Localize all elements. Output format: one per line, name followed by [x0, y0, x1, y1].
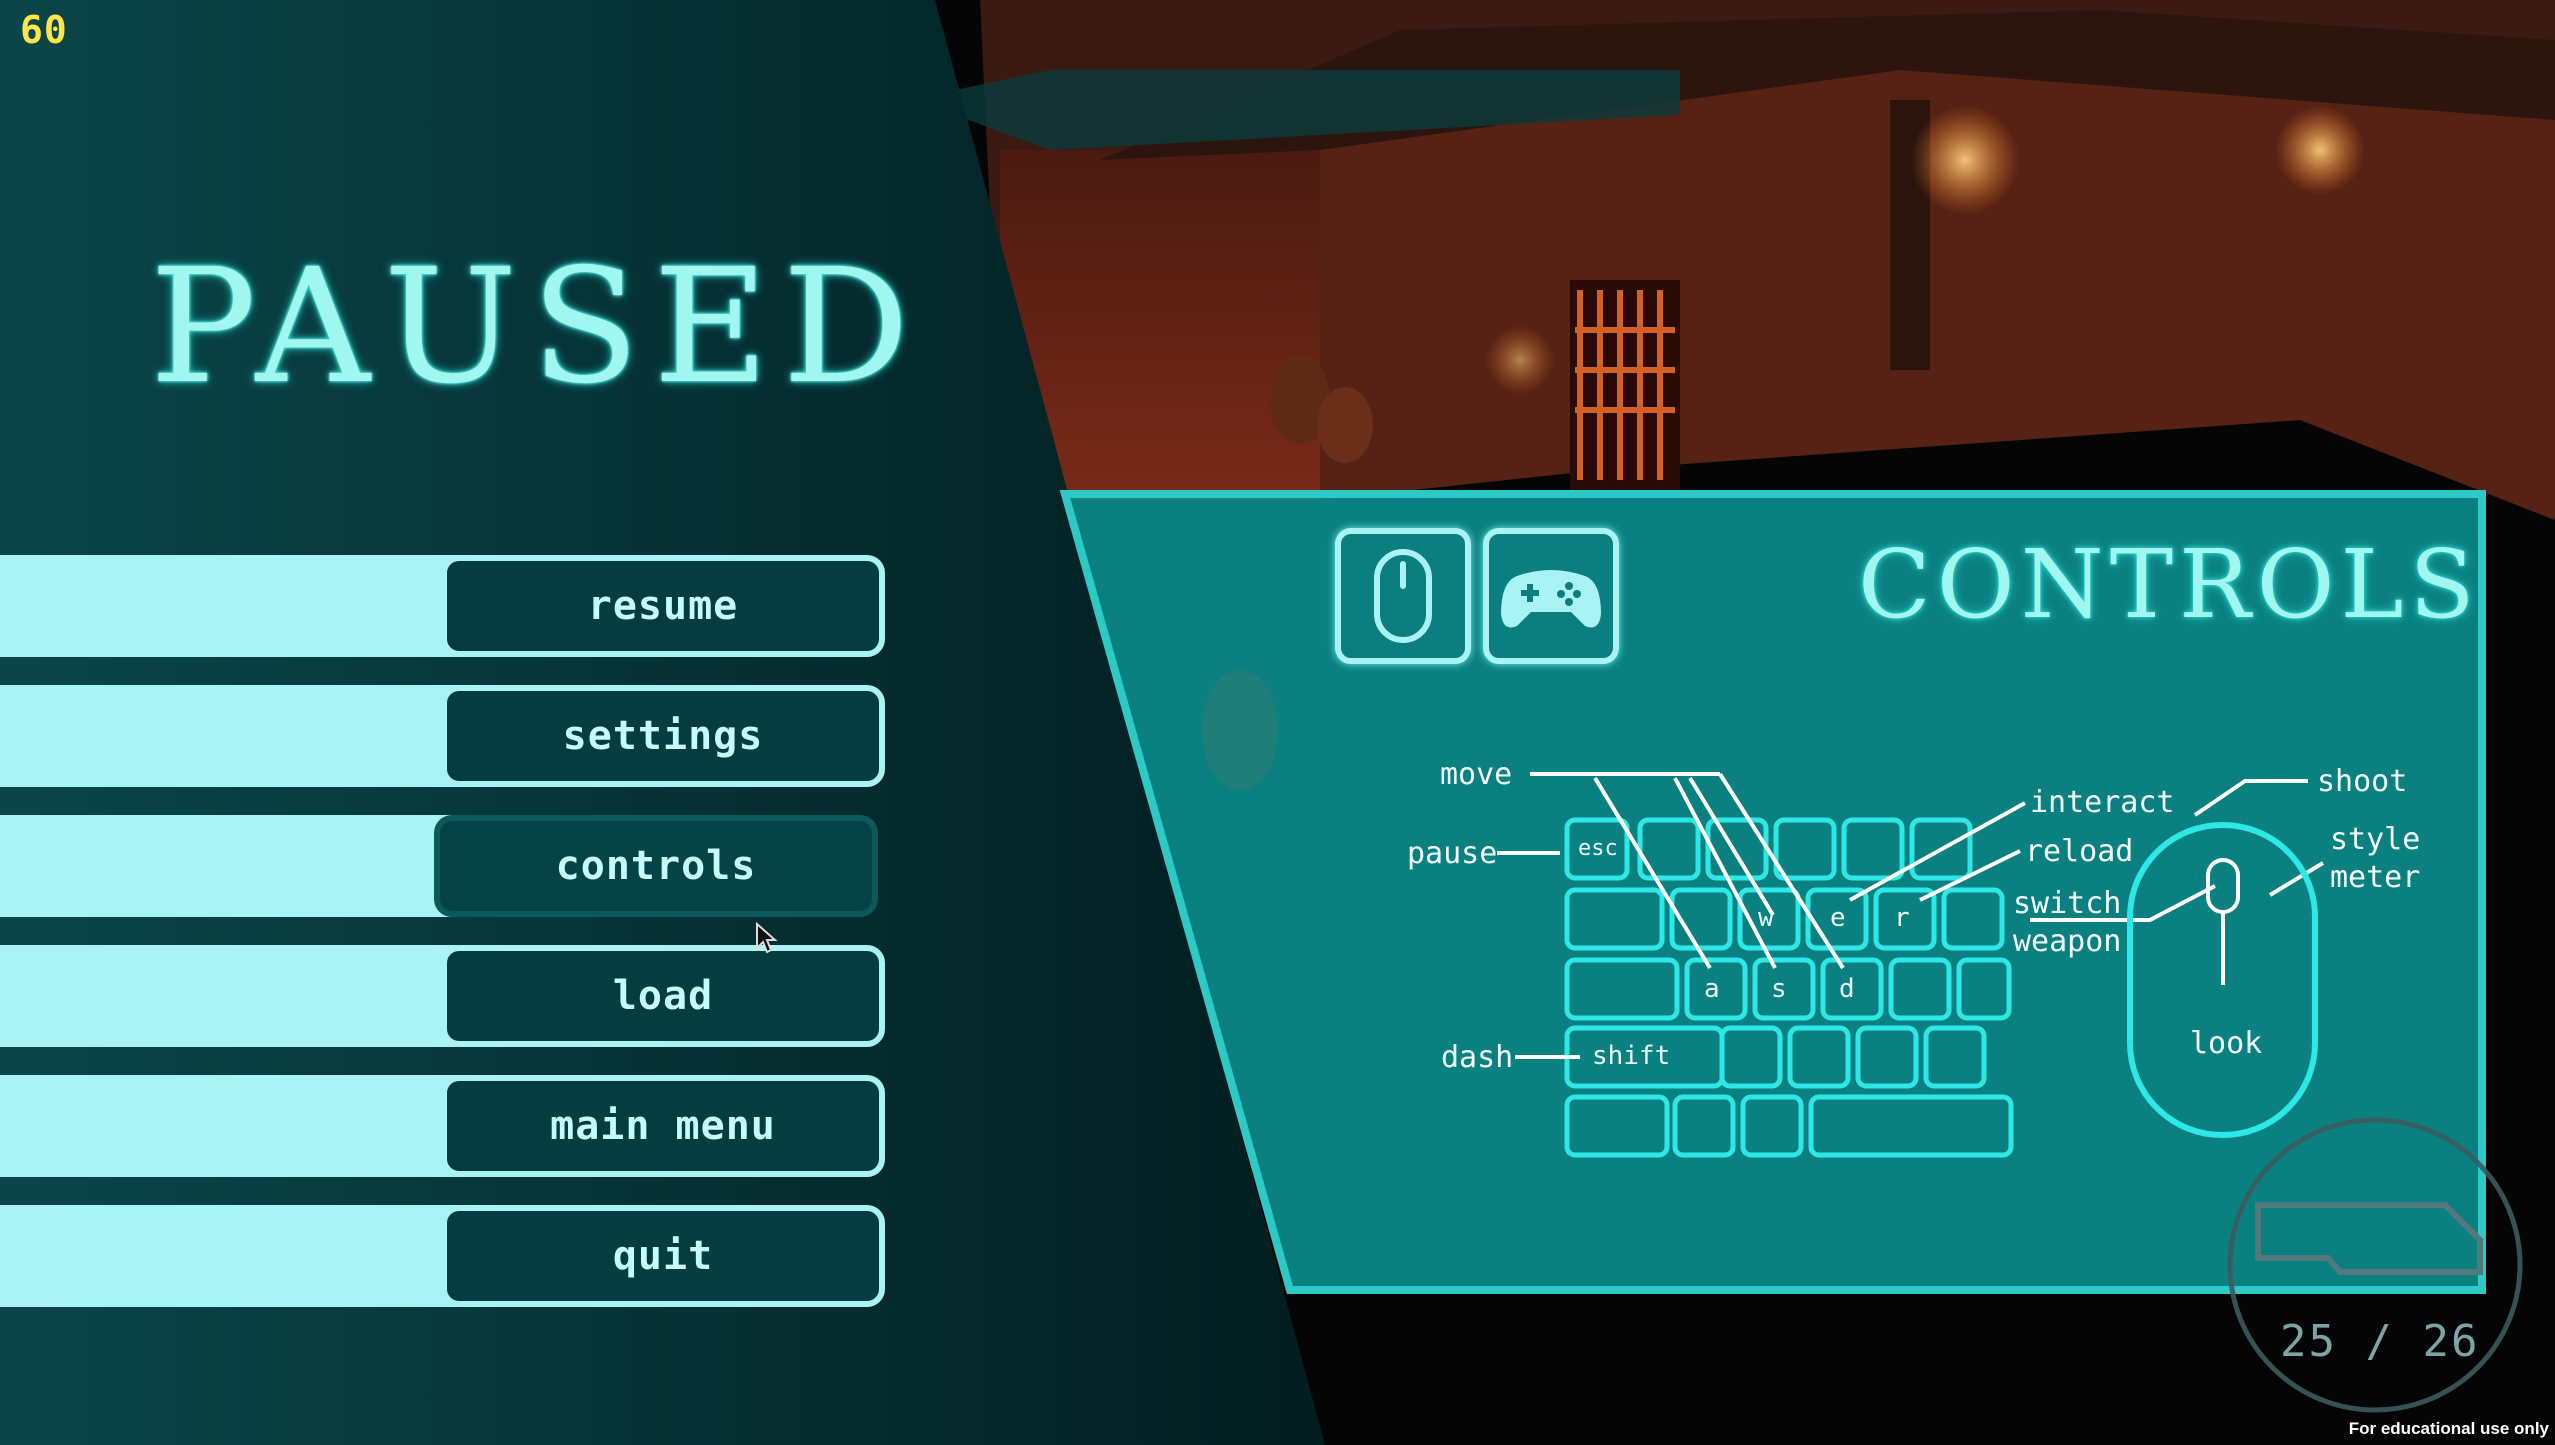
key-r: r — [1894, 903, 1910, 933]
key-e: e — [1830, 903, 1846, 933]
label-style: style — [2330, 822, 2421, 857]
key-a: a — [1704, 974, 1720, 1004]
quit-button[interactable]: quit — [441, 1205, 885, 1307]
key-s: s — [1771, 974, 1787, 1004]
settings-button[interactable]: settings — [441, 685, 885, 787]
ammo-counter: 25 / 26 — [2280, 1316, 2480, 1367]
label-meter: meter — [2330, 860, 2421, 895]
main-menu-button[interactable]: main menu — [441, 1075, 885, 1177]
label-move: move — [1440, 757, 1513, 792]
label-interact: interact — [2030, 785, 2175, 820]
key-w: w — [1758, 903, 1774, 933]
label-weapon: weapon — [2013, 924, 2122, 959]
fps-counter: 60 — [20, 8, 68, 52]
pause-title: PAUSED — [150, 235, 924, 419]
key-d: d — [1839, 974, 1855, 1004]
key-esc: esc — [1578, 836, 1618, 861]
mouse-icon — [1374, 549, 1432, 643]
gamepad-icon — [1501, 570, 1601, 628]
label-dash: dash — [1441, 1040, 1514, 1075]
cursor-icon — [756, 922, 778, 954]
key-shift: shift — [1592, 1041, 1671, 1071]
label-switch: switch — [2013, 886, 2122, 921]
resume-button[interactable]: resume — [441, 555, 885, 657]
label-pause: pause — [1407, 836, 1498, 871]
load-button[interactable]: load — [441, 945, 885, 1047]
label-shoot: shoot — [2317, 764, 2408, 799]
controls-title: CONTROLS — [1858, 530, 2481, 640]
mouse-keyboard-tab[interactable] — [1335, 528, 1471, 664]
gamepad-tab[interactable] — [1483, 528, 1619, 664]
footer-notice: For educational use only — [2348, 1419, 2549, 1438]
label-look: look — [2190, 1026, 2263, 1061]
controls-button[interactable]: controls — [434, 815, 878, 917]
label-reload: reload — [2025, 834, 2134, 869]
